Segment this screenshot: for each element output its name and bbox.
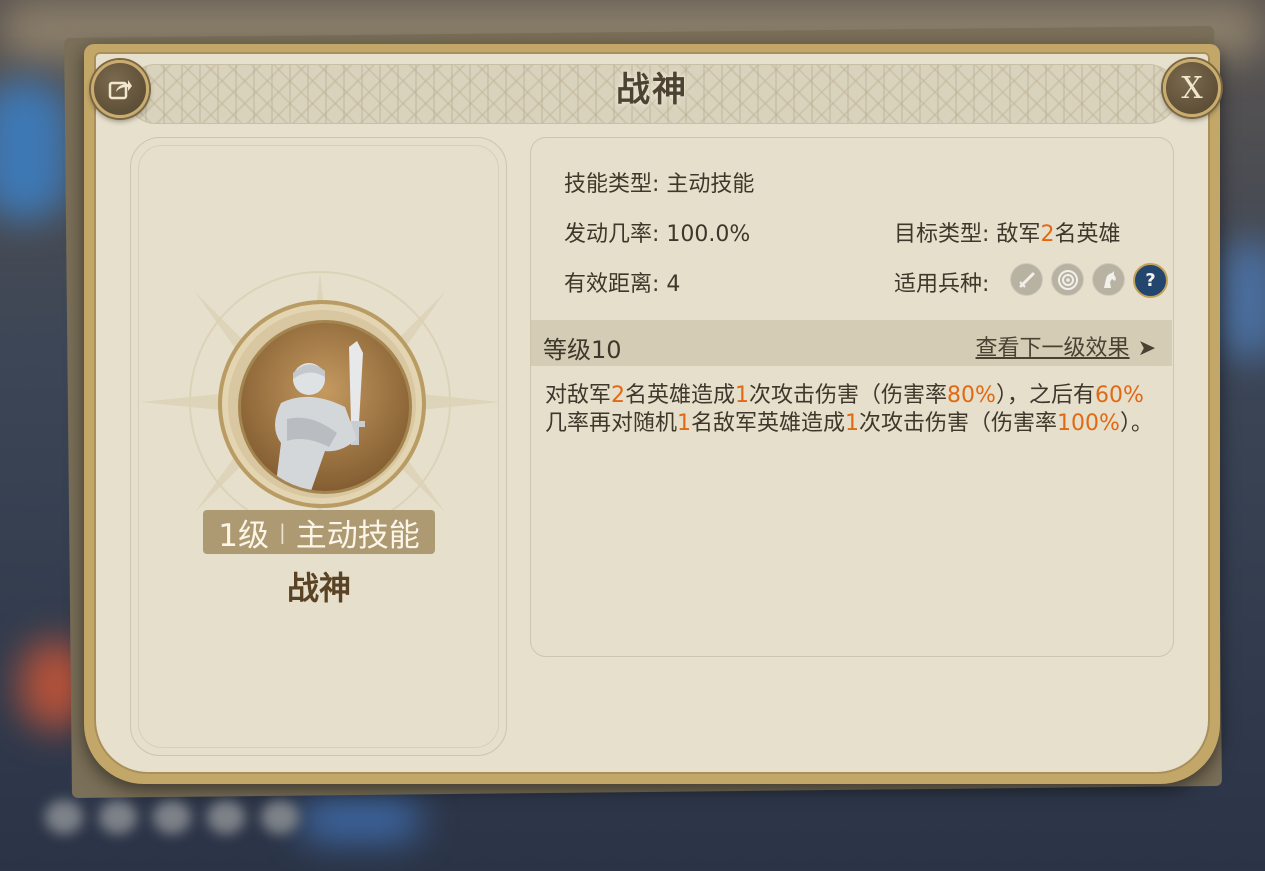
target-type-prefix: 敌军 <box>996 222 1041 247</box>
bow-target-icon[interactable] <box>1051 263 1084 296</box>
background-bottom-icons-blur <box>45 800 305 836</box>
description-text: 名敌军英雄造成 <box>691 411 846 436</box>
description-text: ）。 <box>1119 411 1153 436</box>
skill-type-text: 主动技能 <box>295 517 420 554</box>
target-type-label: 目标类型: <box>894 222 990 247</box>
skill-icon-warrior <box>238 320 412 494</box>
background-right-blur <box>1220 240 1265 360</box>
trigger-rate-row: 发动几率: 100.0% <box>564 216 750 248</box>
horse-glyph <box>1103 270 1116 288</box>
skill-level-tag: 1级 | 主动技能 <box>203 510 435 554</box>
target-type-suffix: 名英雄 <box>1054 222 1121 247</box>
description-text: 对敌军 <box>545 383 612 408</box>
dialog-title: 战神 <box>616 70 688 110</box>
background-bottom-blue-blur <box>300 800 420 840</box>
description-text: ），之后有 <box>995 383 1095 408</box>
description-highlight: 2 <box>611 383 626 408</box>
target-glyph <box>1057 269 1078 290</box>
description-highlight: 1 <box>677 411 692 436</box>
share-button[interactable] <box>91 60 149 118</box>
skill-type-label: 技能类型: <box>564 172 660 197</box>
skill-name: 战神 <box>286 569 351 607</box>
trigger-rate-value: 100.0% <box>666 222 751 247</box>
description-text: 次攻击伤害（伤害率 <box>749 383 948 408</box>
skill-icon-frame <box>218 300 426 508</box>
level-bar: 等级10 查看下一级效果 ➤ <box>531 320 1172 366</box>
close-icon: X <box>1181 70 1203 106</box>
description-highlight: 60% <box>1094 383 1144 408</box>
target-type-row: 目标类型: 敌军2名英雄 <box>894 216 1120 248</box>
background-left-blue-blur <box>0 80 70 220</box>
skill-level-text: 1级 <box>218 517 269 554</box>
close-button[interactable]: X <box>1163 59 1221 117</box>
description-highlight: 80% <box>947 383 996 408</box>
next-level-effect-link[interactable]: 查看下一级效果 ➤ <box>976 330 1156 362</box>
range-row: 有效距离: 4 <box>564 266 680 298</box>
level-label: 等级10 <box>543 336 622 364</box>
question-icon[interactable]: ? <box>1133 263 1168 298</box>
sword-icon[interactable] <box>1010 263 1043 296</box>
question-glyph: ? <box>1145 270 1156 291</box>
description-highlight: 1 <box>845 411 860 436</box>
share-icon <box>108 80 132 100</box>
warrior-statue-icon <box>275 341 365 491</box>
sword-glyph <box>1018 272 1034 288</box>
troop-type-row: 适用兵种: <box>894 266 989 298</box>
skill-type-value: 主动技能 <box>666 172 755 197</box>
range-value: 4 <box>666 272 681 297</box>
tag-separator: | <box>278 520 286 544</box>
arrow-right-icon: ➤ <box>1137 336 1156 361</box>
horse-icon[interactable] <box>1092 263 1125 296</box>
description-highlight: 1 <box>735 383 750 408</box>
description-text: 名英雄造成 <box>625 383 736 408</box>
target-type-count: 2 <box>1040 222 1055 247</box>
troop-type-label: 适用兵种: <box>894 272 990 297</box>
skill-description: 对敌军2名英雄造成1次攻击伤害（伤害率80%），之后有60%几率再对随机1名敌军… <box>545 382 1155 438</box>
range-label: 有效距离: <box>564 272 660 297</box>
next-level-link-text: 查看下一级效果 <box>975 336 1130 361</box>
skill-type-row: 技能类型: 主动技能 <box>564 166 754 198</box>
troop-type-icons: ? <box>1010 263 1168 298</box>
description-text: 几率再对随机 <box>545 411 678 436</box>
description-highlight: 100% <box>1057 411 1120 436</box>
trigger-rate-label: 发动几率: <box>564 222 660 247</box>
description-text: 次攻击伤害（伤害率 <box>859 411 1058 436</box>
